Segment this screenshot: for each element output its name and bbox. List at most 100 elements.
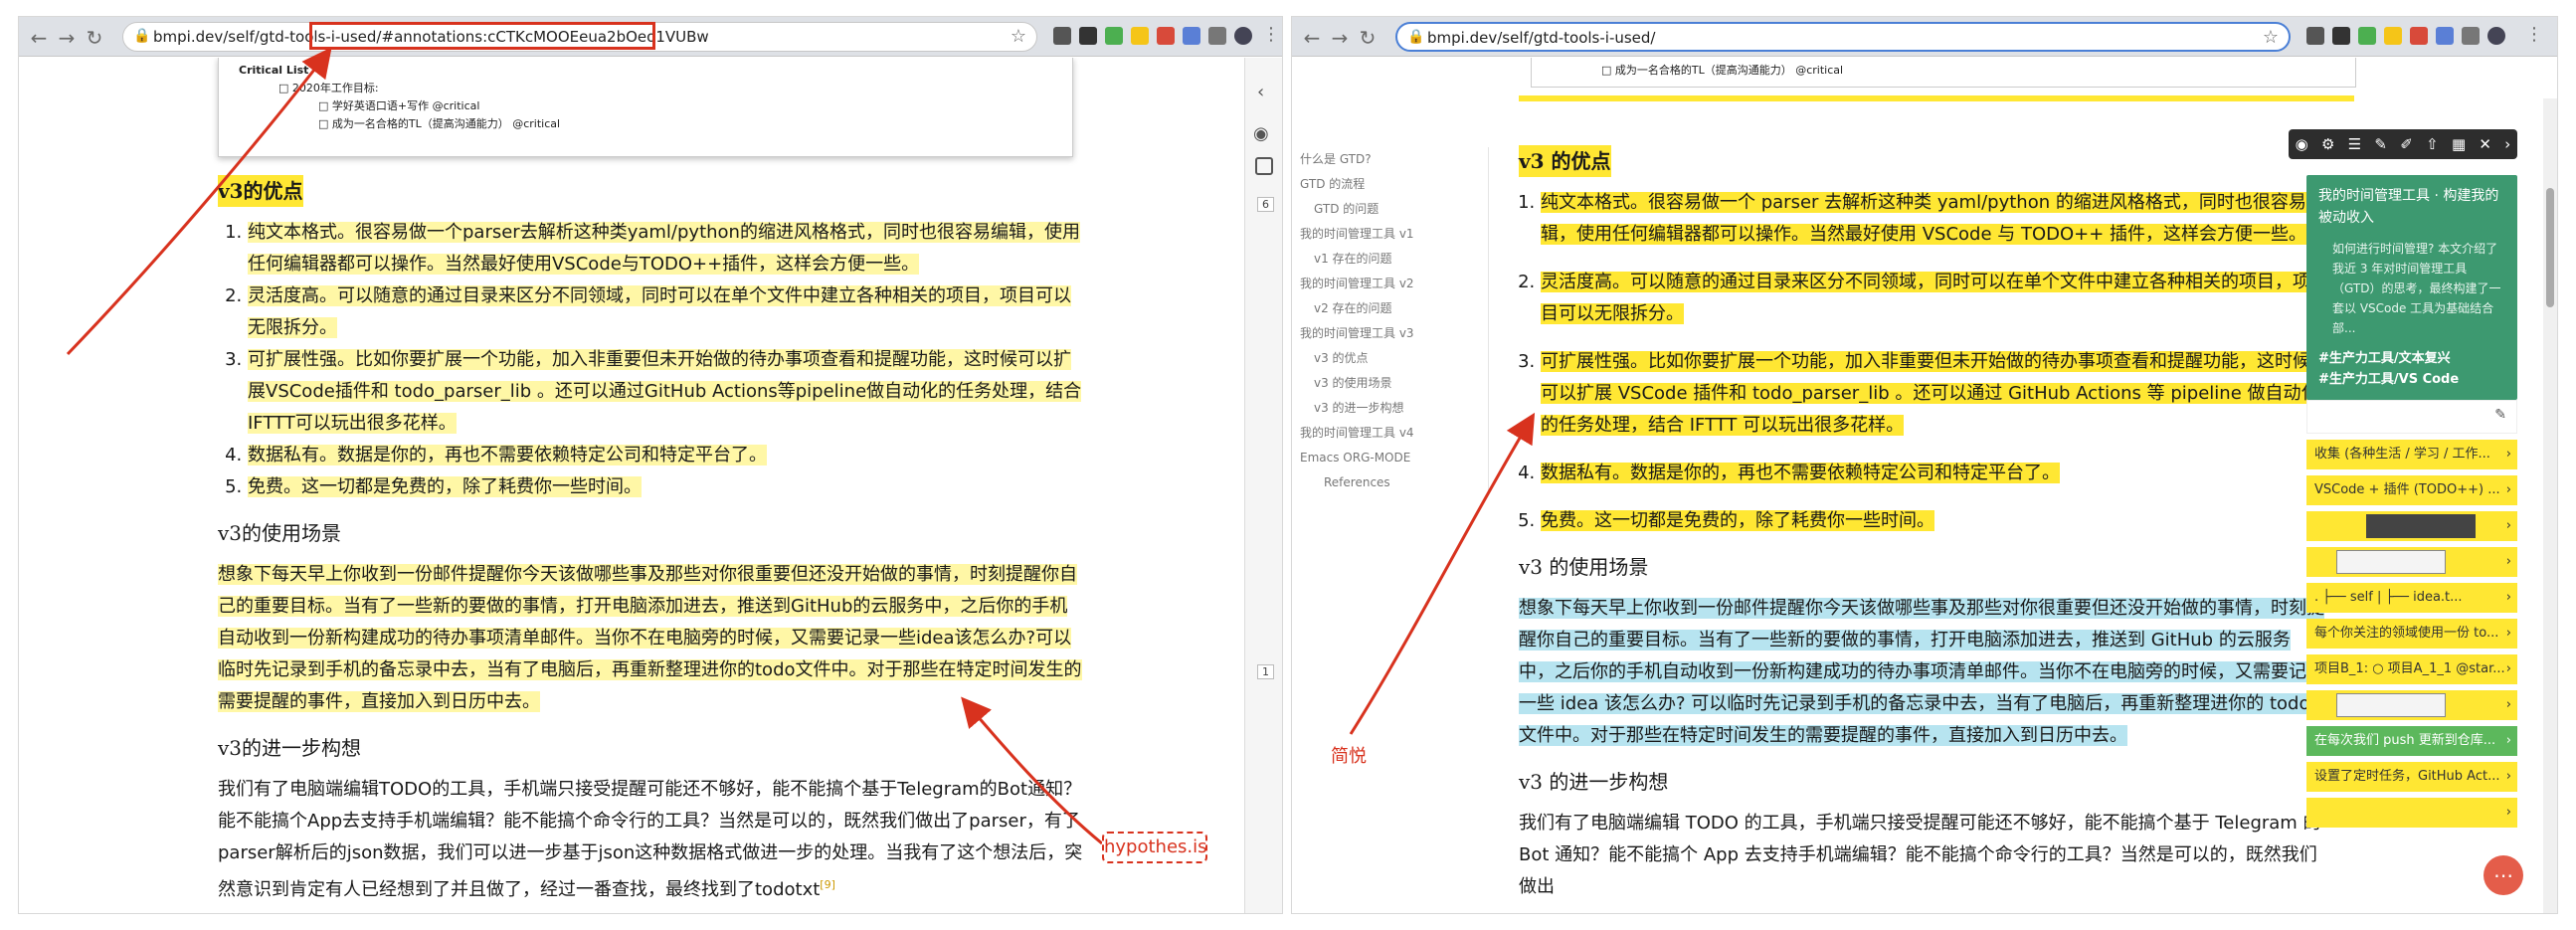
- profile-avatar[interactable]: [2487, 27, 2505, 45]
- forward-icon[interactable]: →: [1328, 26, 1352, 50]
- extension-icon-3[interactable]: [1105, 27, 1123, 45]
- toc-item[interactable]: 什么是 GTD?: [1300, 147, 1488, 172]
- toc-item[interactable]: 我的时间管理工具 v2: [1300, 272, 1488, 296]
- left-page: Critical List □ 2020年工作目标: □ 学好英语口语+写作 @…: [19, 58, 1282, 913]
- toc-item[interactable]: 我的时间管理工具 v4: [1300, 421, 1488, 446]
- card-footer: ✎: [2306, 400, 2517, 434]
- annotation-text: 在每次我们 push 更新到仓库...: [2314, 733, 2496, 748]
- annotation-count-badge[interactable]: 6: [1257, 197, 1274, 212]
- gear-icon[interactable]: ⚙: [2321, 135, 2334, 153]
- extension-icon-5[interactable]: [2410, 27, 2428, 45]
- brush-icon[interactable]: ✐: [2400, 135, 2413, 153]
- list-item: 免费。这一切都是免费的，除了耗费你一些时间。: [1541, 505, 2324, 537]
- more-actions-button[interactable]: ⋯: [2484, 855, 2523, 895]
- advantages-list: 纯文本格式。很容易做一个parser去解析这种类yaml/python的缩进风格…: [248, 217, 1083, 503]
- right-code-snippet: □ 成为一名合格的TL（提高沟通能力） @critical: [1531, 58, 2356, 88]
- extension-icon-4[interactable]: [1131, 27, 1149, 45]
- extension-icon-5[interactable]: [1157, 27, 1175, 45]
- annotation-item[interactable]: ›: [2306, 511, 2517, 541]
- toc-item[interactable]: GTD 的问题: [1300, 197, 1488, 222]
- reload-icon[interactable]: ↻: [1356, 26, 1380, 50]
- layout-icon[interactable]: ▦: [2452, 135, 2466, 153]
- annotation-item[interactable]: 在每次我们 push 更新到仓库... ›: [2306, 726, 2517, 756]
- menu-icon[interactable]: ⋮: [1262, 24, 1280, 45]
- puzzle-icon[interactable]: [2462, 27, 2480, 45]
- toc-item[interactable]: v3 的优点: [1300, 346, 1488, 371]
- bookmark-star-icon[interactable]: ☆: [2263, 27, 2279, 48]
- highlight-icon[interactable]: ✎: [2374, 135, 2387, 153]
- toc-item[interactable]: 我的时间管理工具 v3: [1300, 321, 1488, 346]
- eye-icon[interactable]: ◉: [1253, 123, 1269, 144]
- back-icon[interactable]: ←: [27, 26, 51, 50]
- footnote-ref[interactable]: [9]: [820, 878, 835, 891]
- forward-icon[interactable]: →: [55, 26, 79, 50]
- annotation-item[interactable]: 项目B_1: ○ 项目A_1_1 @star... ›: [2306, 654, 2517, 684]
- chevron-right-icon[interactable]: ›: [2504, 135, 2510, 153]
- annotation-text: . ├── self | ├── idea.t...: [2314, 590, 2463, 605]
- export-icon[interactable]: ⇧: [2426, 135, 2439, 153]
- use-case-paragraph: 想象下每天早上你收到一份邮件提醒你今天该做哪些事及那些对你很重要但还没开始做的事…: [1519, 598, 2324, 746]
- card-tag[interactable]: #生产力工具/VS Code: [2318, 369, 2505, 390]
- toc-item[interactable]: v3 的进一步构想: [1300, 396, 1488, 421]
- simpread-toolbar: ◉ ⚙ ☰ ✎ ✐ ⇧ ▦ ✕ ›: [2289, 129, 2517, 159]
- annotation-item[interactable]: . ├── self | ├── idea.t... ›: [2306, 583, 2517, 613]
- annotation-count-badge[interactable]: 1: [1257, 664, 1274, 679]
- annotation-item[interactable]: 设置了定时任务，GitHub Act... ›: [2306, 762, 2517, 792]
- chevron-right-icon: ›: [2505, 697, 2511, 712]
- puzzle-icon[interactable]: [1208, 27, 1226, 45]
- annotation-item[interactable]: VSCode + 插件 (TODO++) ... ›: [2306, 475, 2517, 505]
- annotation-item[interactable]: 每个你关注的领域使用一份 to... ›: [2306, 619, 2517, 649]
- toc-item[interactable]: 我的时间管理工具 v1: [1300, 222, 1488, 247]
- list-item: 灵活度高。可以随意的通过目录来区分不同领域，同时可以在单个文件中建立各种相关的项…: [248, 280, 1083, 344]
- annotation-thumbnail: [2366, 514, 2476, 538]
- note-icon[interactable]: [1255, 157, 1273, 175]
- list-item: 可扩展性强。比如你要扩展一个功能，加入非重要但未开始做的待办事项查看和提醒功能，…: [248, 344, 1083, 440]
- chevron-right-icon: ›: [2505, 805, 2511, 820]
- left-code-snippet: Critical List □ 2020年工作目标: □ 学好英语口语+写作 @…: [218, 58, 1073, 157]
- toc-item[interactable]: v2 存在的问题: [1300, 296, 1488, 321]
- menu-icon[interactable]: ⋮: [2525, 24, 2543, 45]
- extension-icon-1[interactable]: [1053, 27, 1071, 45]
- right-scrollbar[interactable]: [2543, 98, 2557, 913]
- card-description: 如何进行时间管理? 本文介绍了我近 3 年对时间管理工具（GTD）的思考，最终构…: [2332, 242, 2501, 335]
- list-item: 数据私有。数据是你的，再也不需要依赖特定公司和特定平台了。: [248, 440, 1083, 471]
- eye-icon[interactable]: ◉: [2296, 135, 2308, 153]
- annotation-item[interactable]: ›: [2306, 547, 2517, 577]
- annotation-thumbnail: [2336, 550, 2446, 574]
- list-icon[interactable]: ☰: [2348, 135, 2361, 153]
- annotation-panel: 我的时间管理工具 · 构建我的被动收入 如何进行时间管理? 本文介绍了我近 3 …: [2306, 175, 2517, 828]
- chevron-right-icon: ›: [2505, 626, 2511, 641]
- back-icon[interactable]: ←: [1300, 26, 1324, 50]
- bookmark-star-icon[interactable]: ☆: [1011, 26, 1026, 47]
- card-title: 我的时间管理工具 · 构建我的被动收入: [2318, 188, 2499, 226]
- toc-item[interactable]: v3 的使用场景: [1300, 371, 1488, 396]
- annotation-thumbnail: [2336, 693, 2446, 717]
- extension-icon-3[interactable]: [2358, 27, 2376, 45]
- reload-icon[interactable]: ↻: [83, 26, 106, 50]
- heading-use-cases: v3 的使用场景: [1519, 555, 1649, 579]
- right-article: v3 的优点 纯文本格式。很容易做一个 parser 去解析这种类 yaml/p…: [1519, 137, 2324, 903]
- toc-item[interactable]: v1 存在的问题: [1300, 247, 1488, 272]
- chevron-left-icon[interactable]: ‹: [1257, 82, 1264, 102]
- annotation-item[interactable]: ›: [2306, 690, 2517, 720]
- toc-item[interactable]: GTD 的流程: [1300, 172, 1488, 197]
- annotation-item[interactable]: 收集 (各种生活 / 学习 / 工作... ›: [2306, 440, 2517, 469]
- extension-icon-2[interactable]: [1079, 27, 1097, 45]
- list-item: 灵活度高。可以随意的通过目录来区分不同领域，同时可以在单个文件中建立各种相关的项…: [1541, 267, 2324, 330]
- trash-icon[interactable]: ✕: [2479, 135, 2491, 153]
- chevron-right-icon: ›: [2505, 447, 2511, 462]
- extension-icon-6[interactable]: [2436, 27, 2454, 45]
- annotation-item[interactable]: ›: [2306, 798, 2517, 828]
- extension-icon-4[interactable]: [2384, 27, 2402, 45]
- left-article: v3的优点 纯文本格式。很容易做一个parser去解析这种类yaml/pytho…: [218, 167, 1083, 906]
- extension-icon-1[interactable]: [2306, 27, 2324, 45]
- edit-icon[interactable]: ✎: [2494, 407, 2506, 423]
- card-tag[interactable]: #生产力工具/文本复兴: [2318, 348, 2505, 369]
- right-scroll-thumb[interactable]: [2546, 188, 2554, 307]
- profile-avatar[interactable]: [1234, 27, 1252, 45]
- toc-item[interactable]: References: [1300, 470, 1488, 495]
- toc-item[interactable]: Emacs ORG-MODE: [1300, 446, 1488, 470]
- extension-icon-6[interactable]: [1183, 27, 1200, 45]
- extension-icon-2[interactable]: [2332, 27, 2350, 45]
- right-address-bar[interactable]: 🔒 bmpi.dev/self/gtd-tools-i-used/ ☆: [1395, 22, 2291, 52]
